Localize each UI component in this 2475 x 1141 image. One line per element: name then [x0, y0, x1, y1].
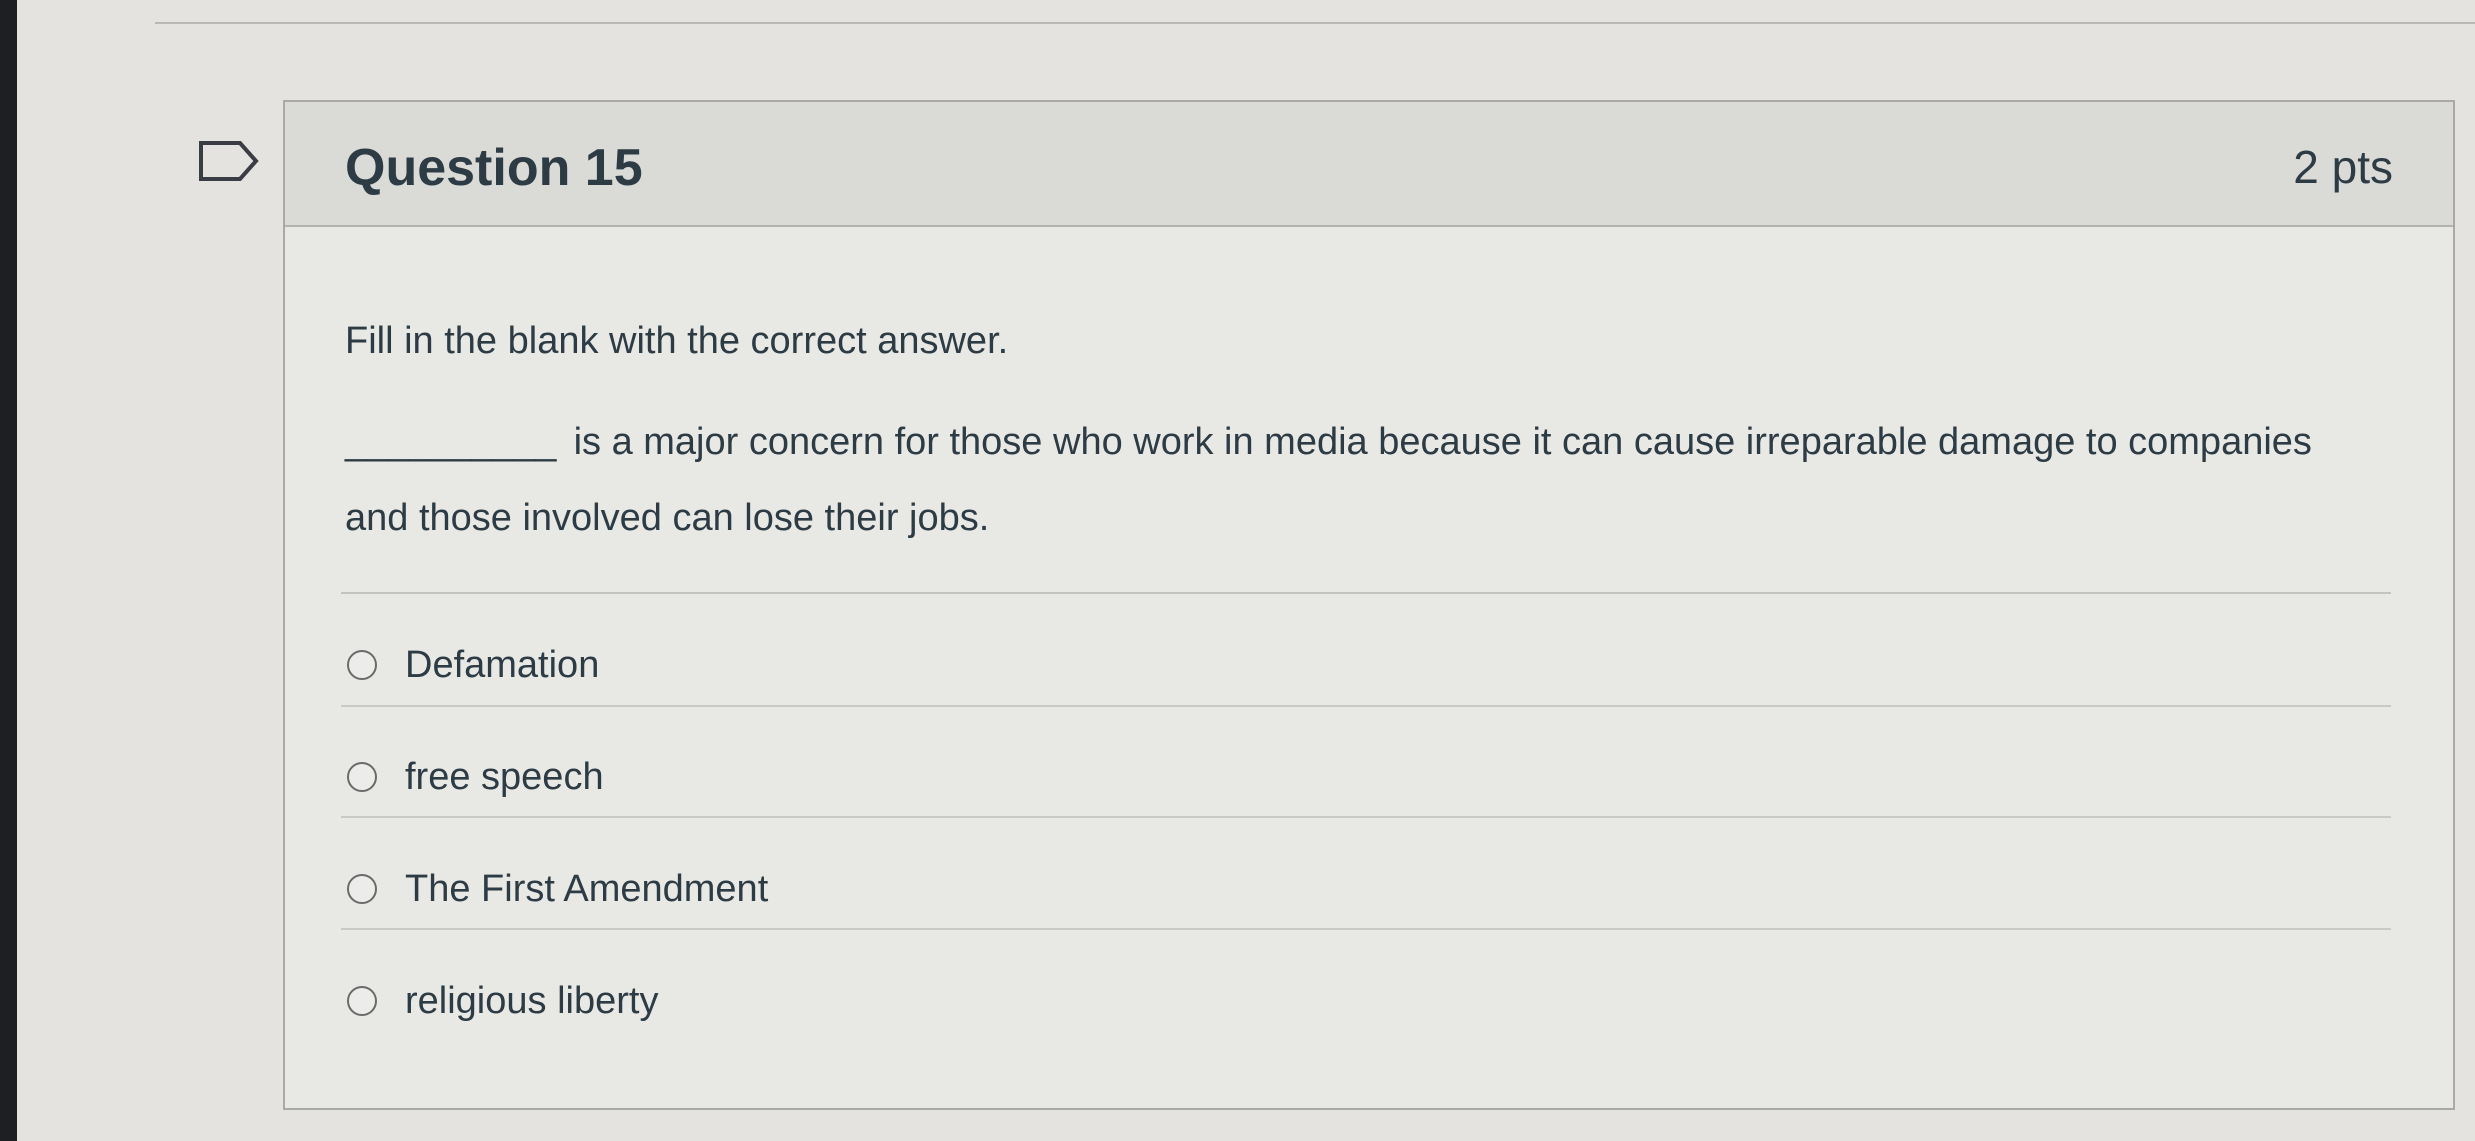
top-divider [155, 22, 2475, 24]
radio-icon[interactable] [347, 762, 377, 792]
question-instruction: Fill in the blank with the correct answe… [345, 320, 1009, 362]
answer-label[interactable]: religious liberty [405, 980, 658, 1023]
answer-divider [341, 816, 2391, 818]
answer-divider [341, 928, 2391, 930]
answer-option[interactable]: religious liberty [347, 966, 2387, 1036]
question-title: Question 15 [345, 139, 643, 197]
question-stem: is a major concern for those who work in… [345, 421, 2312, 539]
question-card: Question 15 2 pts Fill in the blank with… [283, 100, 2455, 1110]
answer-divider [341, 705, 2391, 707]
answer-label[interactable]: free speech [405, 756, 604, 799]
radio-icon[interactable] [347, 874, 377, 904]
flag-icon[interactable] [198, 140, 262, 182]
radio-icon[interactable] [347, 986, 377, 1016]
answer-option[interactable]: Defamation [347, 630, 2387, 700]
radio-icon[interactable] [347, 650, 377, 680]
answer-blank: __________ [345, 421, 557, 463]
answer-label[interactable]: The First Amendment [405, 868, 768, 911]
question-points: 2 pts [2293, 141, 2393, 193]
answer-label[interactable]: Defamation [405, 644, 599, 687]
answer-option[interactable]: The First Amendment [347, 854, 2387, 924]
answer-option[interactable]: free speech [347, 742, 2387, 812]
question-header: Question 15 2 pts [285, 102, 2453, 227]
answers-divider [341, 592, 2391, 594]
question-text: __________ is a major concern for those … [345, 404, 2385, 556]
left-screen-edge [0, 0, 17, 1141]
